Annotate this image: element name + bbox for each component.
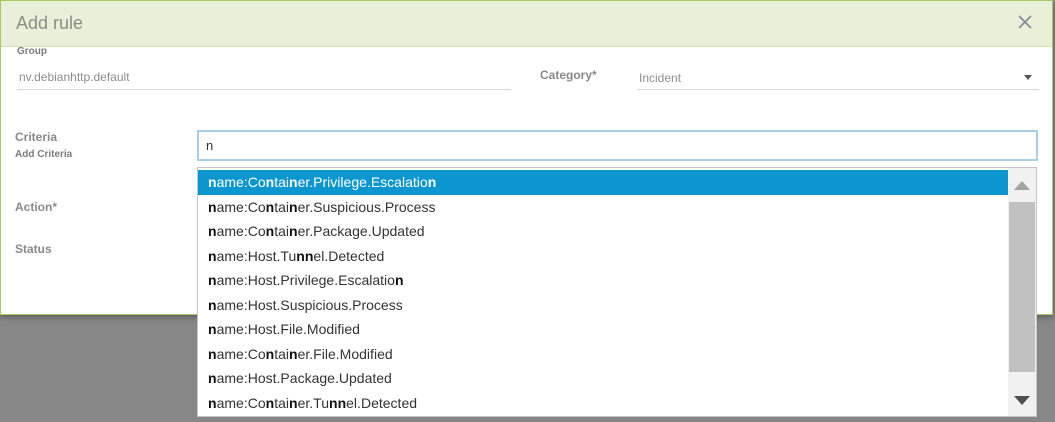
close-icon[interactable]: [1016, 13, 1034, 31]
suggestion-item[interactable]: name:Host.Package.Updated: [198, 366, 1008, 391]
suggestion-item-label: name:Container.File.Modified: [208, 345, 393, 362]
dialog-title: Add rule: [16, 13, 84, 33]
suggestion-list: name:Container.Privilege.Escalation name:…: [198, 170, 1008, 415]
suggestion-item-label: name:Host.Privilege.Escalation: [208, 272, 404, 288]
category-select[interactable]: Incident: [639, 71, 681, 85]
suggestion-item-label: name:Host.Package.Updated: [208, 370, 392, 386]
dialog-header: Add rule: [1, 1, 1052, 47]
chevron-down-icon[interactable]: [1024, 75, 1032, 80]
suggestion-item-label: name:Container.Privilege.Escalation: [208, 174, 437, 190]
suggestion-item[interactable]: name:Host.Tunnel.Detected: [198, 244, 1008, 269]
action-label: Action*: [15, 200, 57, 214]
suggestion-item-label: name:Host.Tunnel.Detected: [208, 247, 385, 264]
scroll-up-icon[interactable]: [1014, 181, 1030, 190]
criteria-input[interactable]: [197, 130, 1038, 161]
suggestion-item-label: name:Host.Suspicious.Process: [208, 296, 403, 313]
suggestion-item[interactable]: name:Container.Package.Updated: [198, 219, 1008, 244]
category-label: Category*: [540, 68, 597, 82]
suggestion-item[interactable]: name:Container.Privilege.Escalation: [198, 170, 1008, 195]
suggestion-item[interactable]: name:Container.Suspicious.Process: [198, 195, 1008, 220]
suggestion-item[interactable]: name:Container.Tunnel.Detected: [198, 391, 1008, 416]
suggestion-item[interactable]: name:Host.File.Modified: [198, 317, 1008, 342]
suggestion-item[interactable]: name:Host.Suspicious.Process: [198, 293, 1008, 318]
suggestion-item-label: name:Container.Tunnel.Detected: [208, 394, 418, 411]
group-label: Group: [17, 46, 47, 57]
category-select-underline: [637, 89, 1039, 90]
dropdown-scrollbar[interactable]: [1008, 168, 1036, 416]
group-field-underline: [17, 89, 511, 90]
add-criteria-label: Add Criteria: [15, 149, 73, 160]
status-label: Status: [15, 242, 52, 256]
group-field[interactable]: nv.debianhttp.default: [19, 70, 130, 84]
scroll-down-icon[interactable]: [1014, 396, 1030, 405]
suggestion-item-label: name:Container.Suspicious.Process: [208, 198, 436, 215]
criteria-suggestions-dropdown: name:Container.Privilege.Escalation name:…: [197, 167, 1037, 417]
suggestion-item-label: name:Host.File.Modified: [208, 321, 360, 337]
criteria-label: Criteria: [15, 130, 58, 144]
suggestion-item[interactable]: name:Container.File.Modified: [198, 342, 1008, 367]
suggestion-item[interactable]: name:Host.Privilege.Escalation: [198, 268, 1008, 293]
scrollbar-thumb[interactable]: [1009, 202, 1035, 372]
suggestion-item-label: name:Container.Package.Updated: [208, 223, 425, 239]
